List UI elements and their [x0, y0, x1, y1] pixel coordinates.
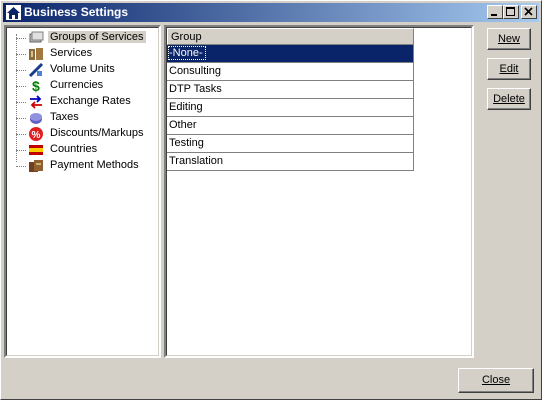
group-cell: -None- — [168, 46, 206, 60]
svg-text:$: $ — [32, 78, 40, 94]
groups-grid[interactable]: Group -None- Consulting DTP Tasks Editing Ot… — [164, 25, 474, 358]
group-cell: Other — [169, 119, 197, 131]
tree-connector — [16, 102, 26, 103]
group-cell: Editing — [169, 101, 203, 113]
maximize-icon — [506, 7, 515, 16]
close-icon — [524, 7, 533, 16]
column-header-group[interactable]: Group — [167, 28, 414, 45]
group-cell: Consulting — [169, 65, 221, 77]
tree-item-currencies[interactable]: $ Currencies — [7, 78, 157, 94]
maximize-button[interactable] — [503, 5, 519, 19]
tree-item-label: Services — [50, 47, 93, 59]
tree-connector — [16, 166, 26, 167]
tree-connector — [16, 134, 26, 135]
new-button[interactable]: New — [487, 28, 531, 50]
edit-button-label: Edit — [499, 63, 519, 75]
tree-connector — [16, 38, 26, 39]
table-row[interactable]: DTP Tasks — [167, 81, 414, 99]
tree-item-label: Volume Units — [50, 63, 115, 75]
new-button-label: New — [497, 33, 520, 45]
delete-button[interactable]: Delete — [487, 88, 531, 110]
svg-text:%: % — [32, 130, 41, 141]
tree-frame: Groups of Services Services Volume Units $ C… — [6, 27, 159, 356]
tree-connector — [16, 118, 26, 119]
column-header-label: Group — [171, 31, 202, 43]
tree-item-taxes[interactable]: Taxes — [7, 110, 157, 126]
close-button-label: Close — [481, 374, 511, 386]
close-window-button[interactable] — [521, 5, 537, 19]
taxes-icon — [30, 113, 42, 124]
tree-item-services[interactable]: Services — [7, 46, 157, 62]
payment-icon — [29, 160, 43, 172]
table-row[interactable]: Editing — [167, 99, 414, 117]
percent-icon: % — [29, 127, 43, 141]
tree-item-label: Taxes — [50, 111, 79, 123]
services-icon — [29, 48, 43, 60]
tree-connector — [16, 150, 26, 151]
tree-connector — [16, 86, 26, 87]
tree-item-exchange-rates[interactable]: Exchange Rates — [7, 94, 157, 110]
exchange-arrows-icon — [30, 95, 42, 109]
group-cell: DTP Tasks — [169, 83, 222, 95]
dollar-icon: $ — [32, 78, 40, 94]
groups-icon — [29, 31, 44, 43]
tree-item-label: Discounts/Markups — [50, 127, 144, 139]
table-row[interactable]: Translation — [167, 153, 414, 171]
settings-tree[interactable]: Groups of Services Services Volume Units $ C… — [4, 25, 161, 358]
volume-units-icon — [28, 62, 44, 78]
business-settings-window: Business Settings Groups of Services Serv… — [0, 0, 542, 400]
tree-item-label: Currencies — [50, 79, 104, 91]
tree-item-label: Exchange Rates — [50, 95, 131, 107]
tree-connector — [16, 70, 26, 71]
group-cell: Translation — [169, 155, 224, 167]
house-icon — [6, 5, 21, 20]
table-row[interactable]: Testing — [167, 135, 414, 153]
minimize-icon — [491, 14, 497, 16]
tree-item-payment-methods[interactable]: Payment Methods — [7, 158, 157, 174]
tree-item-discounts-markups[interactable]: % Discounts/Markups — [7, 126, 157, 142]
group-cell: Testing — [169, 137, 204, 149]
tree-item-label: Payment Methods — [50, 159, 139, 171]
tree-item-volume-units[interactable]: Volume Units — [7, 62, 157, 78]
table-row[interactable]: Other — [167, 117, 414, 135]
grid-frame: Group -None- Consulting DTP Tasks Editing Ot… — [166, 27, 472, 356]
close-button[interactable]: Close — [458, 368, 534, 393]
tree-item-label: Countries — [50, 143, 98, 155]
minimize-button[interactable] — [487, 5, 503, 19]
tree-item-groups-of-services[interactable]: Groups of Services — [7, 30, 157, 46]
title-bar[interactable]: Business Settings — [3, 3, 539, 22]
tree-connector — [16, 54, 26, 55]
table-row[interactable]: -None- — [167, 45, 414, 63]
table-row[interactable]: Consulting — [167, 63, 414, 81]
tree-item-label: Groups of Services — [48, 31, 146, 43]
window-title: Business Settings — [24, 5, 129, 19]
delete-button-label: Delete — [493, 93, 525, 105]
tree-item-countries[interactable]: Countries — [7, 142, 157, 158]
flag-icon — [29, 145, 43, 155]
edit-button[interactable]: Edit — [487, 58, 531, 80]
